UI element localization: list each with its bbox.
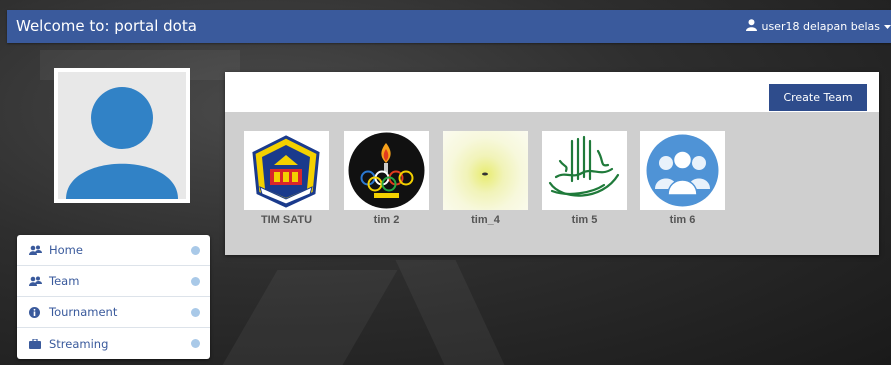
sidebar-item-label: Tournament — [49, 305, 118, 319]
circle-indicator-icon — [191, 246, 200, 255]
caret-down-icon — [884, 20, 891, 33]
sidebar-menu: Home Team Tournament Streaming — [17, 235, 210, 359]
sidebar-item-home[interactable]: Home — [17, 235, 210, 266]
users-icon — [29, 276, 43, 286]
olga-umk-torch-rings-logo — [344, 131, 429, 210]
user-icon — [746, 19, 758, 34]
arabic-calligraphy-logo — [542, 131, 627, 210]
sidebar-item-label: Streaming — [49, 336, 109, 351]
team-card[interactable]: tim 2 — [344, 131, 429, 226]
sidebar-item-label: Team — [49, 274, 80, 288]
team-card[interactable]: TIM SATU — [244, 131, 329, 226]
group-users-icon — [640, 131, 725, 210]
users-icon — [29, 245, 43, 255]
sidebar-item-tournament[interactable]: Tournament — [17, 297, 210, 328]
briefcase-icon — [29, 338, 43, 349]
create-team-button[interactable]: Create Team — [769, 84, 867, 111]
team-panel: Create Team TIM SATU tim 2 tim_4 tim 5 t… — [225, 72, 879, 255]
sidebar-item-streaming[interactable]: Streaming — [17, 328, 210, 359]
circle-indicator-icon — [191, 308, 200, 317]
top-navbar: Welcome to: portal dota user18 delapan b… — [7, 10, 891, 43]
light-blur-image — [443, 131, 528, 210]
team-name: TIM SATU — [260, 214, 313, 226]
team-card[interactable]: tim 6 — [640, 131, 725, 226]
team-name: tim_4 — [471, 214, 500, 226]
team-name: tim 6 — [669, 214, 696, 226]
circle-indicator-icon — [191, 277, 200, 286]
profile-avatar — [54, 68, 190, 203]
team-name: tim 5 — [571, 214, 598, 226]
team-name: tim 2 — [373, 214, 400, 226]
team-card[interactable]: tim 5 — [542, 131, 627, 226]
user-silhouette-icon — [58, 72, 186, 199]
circle-indicator-icon — [191, 339, 200, 348]
university-crest-logo — [244, 131, 329, 210]
info-circle-icon — [29, 306, 43, 318]
team-card[interactable]: tim_4 — [443, 131, 528, 226]
sidebar-item-label: Home — [49, 243, 83, 257]
site-title: Welcome to: portal dota — [16, 17, 197, 35]
user-name: user18 delapan belas — [761, 20, 880, 33]
user-menu[interactable]: user18 delapan belas — [746, 19, 891, 34]
sidebar-item-team[interactable]: Team — [17, 266, 210, 297]
